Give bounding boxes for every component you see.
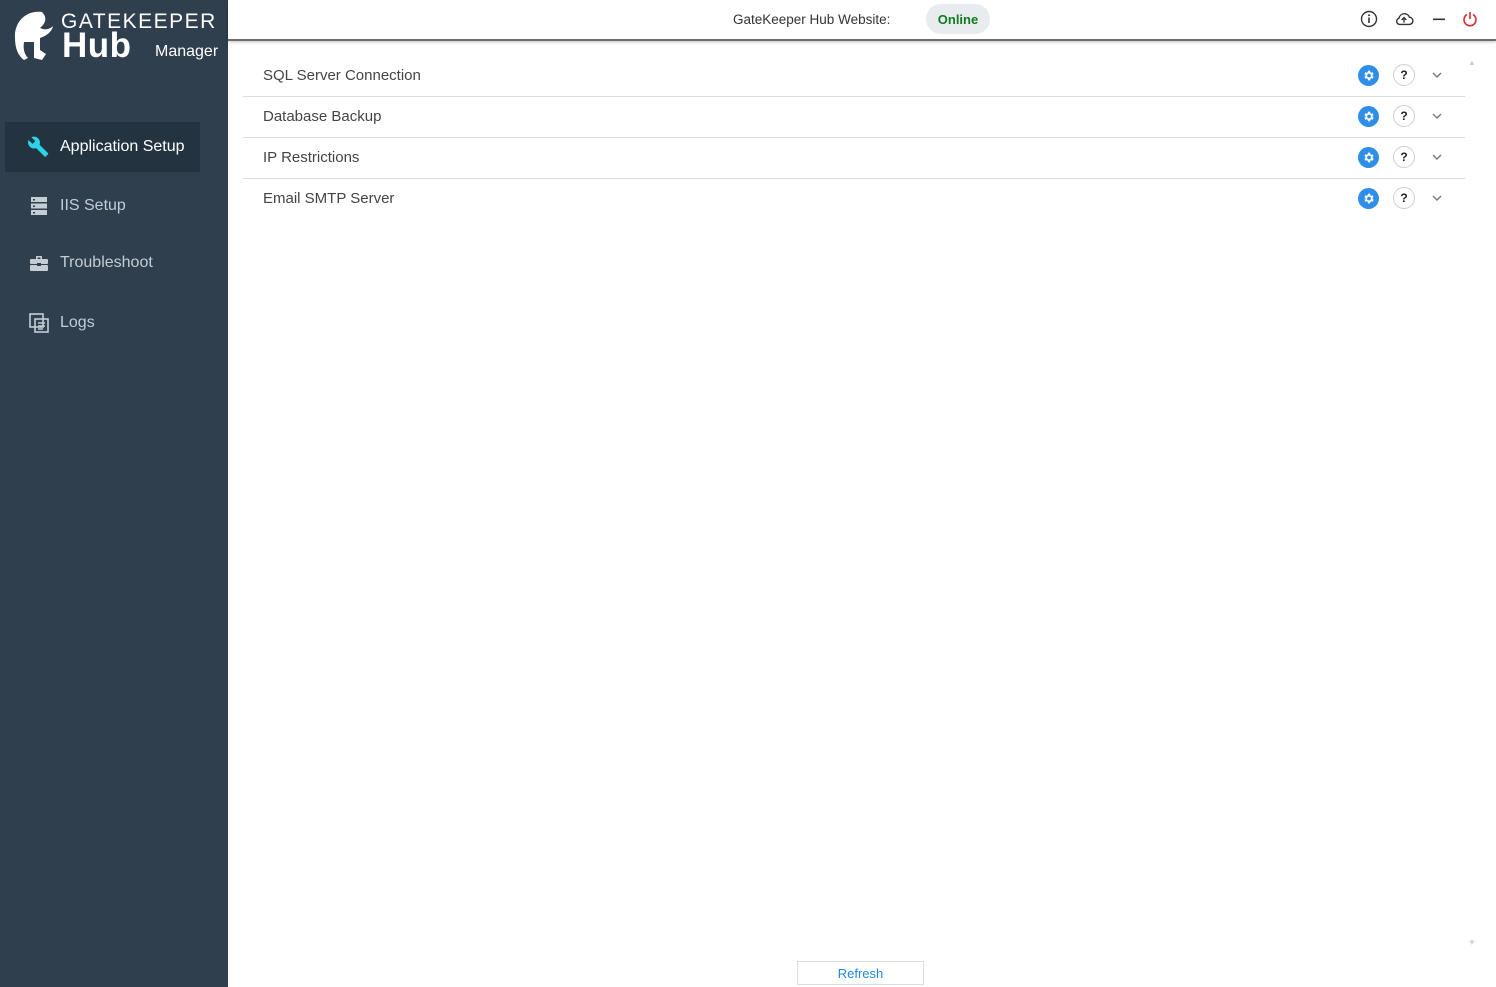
sidebar-item-label: Troubleshoot <box>60 254 153 271</box>
toolbox-icon <box>28 252 50 274</box>
settings-gear-icon[interactable] <box>1358 147 1379 168</box>
sidebar-item-logs[interactable]: Logs <box>5 298 200 348</box>
section-title: IP Restrictions <box>263 149 360 166</box>
power-icon[interactable] <box>1460 9 1480 29</box>
info-icon[interactable] <box>1359 9 1379 29</box>
brand-hub: Hub <box>62 26 132 65</box>
sidebar-item-label: IIS Setup <box>60 197 126 214</box>
wrench-icon <box>28 136 50 158</box>
section-title: Database Backup <box>263 108 382 125</box>
section-ip-restrictions[interactable]: IP Restrictions ? <box>243 138 1465 179</box>
cloud-upload-icon[interactable] <box>1394 9 1414 29</box>
logs-icon <box>28 312 50 334</box>
sidebar-item-troubleshoot[interactable]: Troubleshoot <box>5 238 200 288</box>
section-email-smtp-server[interactable]: Email SMTP Server ? <box>243 179 1465 219</box>
chevron-down-icon[interactable] <box>1430 109 1444 123</box>
settings-gear-icon[interactable] <box>1358 65 1379 86</box>
settings-list: SQL Server Connection ? Database Backup … <box>243 56 1465 219</box>
help-icon[interactable]: ? <box>1393 105 1415 127</box>
chevron-down-icon[interactable] <box>1430 150 1444 164</box>
sidebar-item-application-setup[interactable]: Application Setup <box>5 122 200 172</box>
top-bar: GateKeeper Hub Website: Online <box>228 0 1496 41</box>
section-sql-server-connection[interactable]: SQL Server Connection ? <box>243 56 1465 97</box>
section-title: Email SMTP Server <box>263 190 395 207</box>
sidebar-item-label: Logs <box>60 314 95 331</box>
spartan-helmet-icon <box>14 11 53 61</box>
help-icon[interactable]: ? <box>1393 146 1415 168</box>
server-icon <box>28 195 50 217</box>
chevron-down-icon[interactable] <box>1430 191 1444 205</box>
scroll-down-icon[interactable]: ▼ <box>1466 936 1478 948</box>
settings-gear-icon[interactable] <box>1358 106 1379 127</box>
status-badge: Online <box>926 4 990 34</box>
chevron-down-icon[interactable] <box>1430 68 1444 82</box>
scroll-up-icon[interactable]: ▲ <box>1466 56 1478 68</box>
help-icon[interactable]: ? <box>1393 64 1415 86</box>
brand-manager: Manager <box>155 43 219 60</box>
app-logo: GATEKEEPER Hub Manager <box>12 6 226 68</box>
section-database-backup[interactable]: Database Backup ? <box>243 97 1465 138</box>
website-status-label: GateKeeper Hub Website: <box>733 12 891 27</box>
section-title: SQL Server Connection <box>263 67 421 84</box>
minimize-icon[interactable] <box>1429 9 1449 29</box>
help-icon[interactable]: ? <box>1393 187 1415 209</box>
refresh-button[interactable]: Refresh <box>797 961 924 985</box>
sidebar-item-label: Application Setup <box>60 138 185 155</box>
sidebar: GATEKEEPER Hub Manager Application Setup… <box>0 0 228 987</box>
sidebar-item-iis-setup[interactable]: IIS Setup <box>5 181 200 231</box>
settings-gear-icon[interactable] <box>1358 188 1379 209</box>
